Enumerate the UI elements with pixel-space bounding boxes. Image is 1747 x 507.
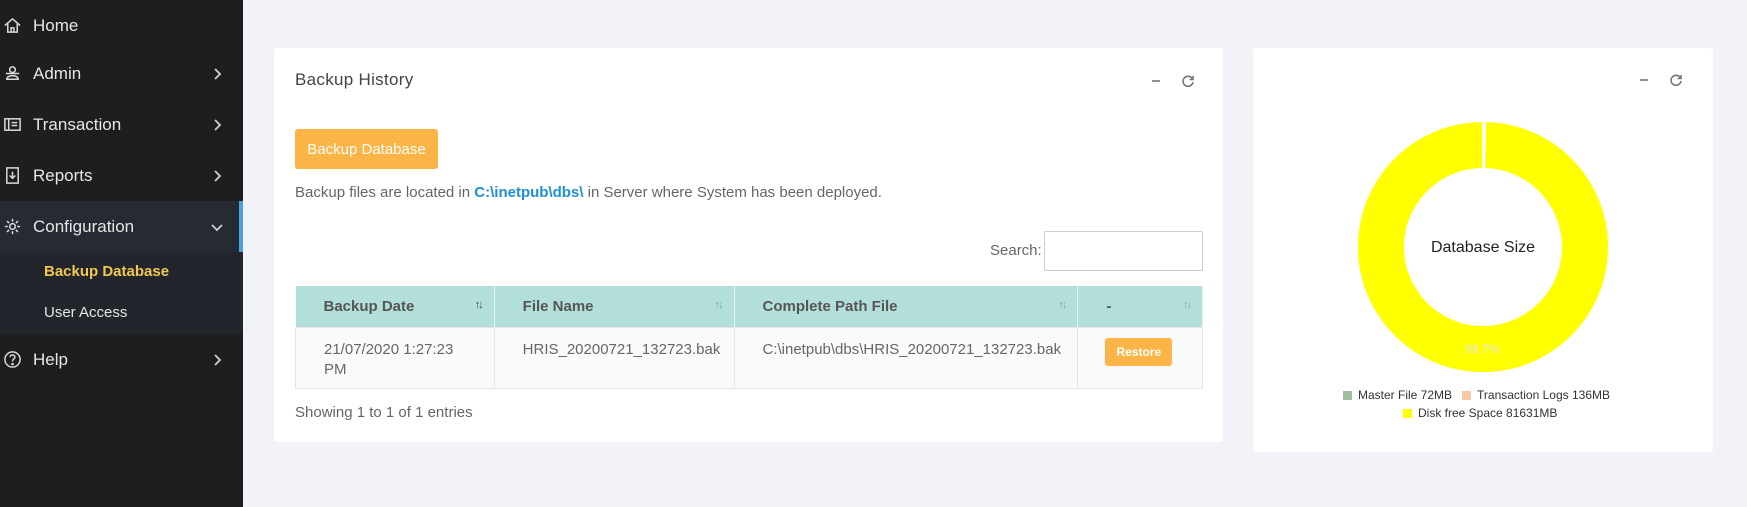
database-size-card: Database Size 99.7% Master File 72MB Tra… [1253,48,1713,452]
sort-icon: ↑↓ [1183,299,1192,311]
restore-button[interactable]: Restore [1105,337,1173,366]
cell-action: Restore [1077,326,1203,389]
sidebar-item-help[interactable]: Help [0,334,243,385]
search-label: Search: [990,242,1042,259]
backup-date-text: 21/07/2020 1:27:23 PM [324,340,454,378]
column-header-action[interactable]: - ↑↓ [1077,286,1203,327]
ledger-icon [2,115,22,135]
chart-title: Database Size [1431,239,1535,256]
slice-data-label: 99.7% [1465,342,1499,356]
search-input[interactable] [1044,231,1203,271]
sidebar-item-home[interactable]: Home [0,0,243,51]
sort-icon: ↑↓ [474,299,484,311]
backup-table: Backup Date ↑↓ File Name ↑↓ Complete Path … [295,286,1203,389]
users-icon [2,64,22,84]
legend-row: Disk free Space 81631MB [1403,406,1557,420]
column-label: Complete Path File [762,297,898,315]
column-label: Backup Date [323,297,415,315]
sidebar-item-label: Configuration [33,216,135,236]
sidebar-item-label: Reports [33,165,93,185]
sort-icon: ↑↓ [714,299,724,311]
column-header-complete-path[interactable]: Complete Path File ↑↓ [734,286,1079,327]
cell-complete-path: C:\inetpub\dbs\HRIS_20200721_132723.bak [733,326,1079,389]
column-header-backup-date[interactable]: Backup Date ↑↓ [295,286,495,327]
column-label: - [1106,297,1112,315]
sidebar: Home Admin Transaction Reports Configura… [0,0,243,507]
legend-label: Transaction Logs 136MB [1477,388,1610,402]
chevron-right-icon [209,66,225,82]
chevron-right-icon [209,117,225,133]
chevron-right-icon [209,168,225,184]
legend-row: Master File 72MB Transaction Logs 136MB [1343,388,1610,402]
sidebar-item-label: Transaction [33,114,122,134]
sidebar-subitem-user-access[interactable]: User Access [44,304,127,321]
cell-file-name: HRIS_20200721_132723.bak [493,326,735,389]
backup-database-button[interactable]: Backup Database [295,129,438,169]
sidebar-item-reports[interactable]: Reports [0,150,243,201]
backup-history-card: Backup History Backup Database Backup fi… [274,48,1223,442]
backup-location-info: Backup files are located in C:\inetpub\d… [295,184,882,201]
help-icon [2,350,22,370]
table-info: Showing 1 to 1 of 1 entries [295,404,473,421]
sidebar-item-admin[interactable]: Admin [0,48,243,99]
report-icon [2,166,22,186]
cell-backup-date: 21/07/2020 1:27:23 PM [295,326,495,389]
chevron-down-icon [209,219,225,235]
card-title: Backup History [295,70,414,89]
configuration-submenu: Backup Database User Access [0,252,243,334]
legend-swatch [1403,408,1412,418]
sidebar-item-configuration[interactable]: Configuration [0,201,243,252]
legend-swatch [1343,390,1352,400]
sidebar-item-label: Home [33,15,79,35]
info-suffix: in Server where System has been deployed… [583,184,882,201]
table-header-row: Backup Date ↑↓ File Name ↑↓ Complete Path … [295,286,1203,327]
info-prefix: Backup files are located in [295,184,475,201]
backup-path: C:\inetpub\dbs\ [474,184,584,201]
table-row: 21/07/2020 1:27:23 PM HRIS_20200721_1327… [295,326,1203,389]
legend-label: Disk free Space 81631MB [1418,406,1558,420]
chevron-right-icon [209,352,225,368]
refresh-icon[interactable] [1179,72,1197,90]
column-header-file-name[interactable]: File Name ↑↓ [494,286,735,327]
sort-icon: ↑↓ [1058,299,1067,311]
column-label: File Name [522,297,594,315]
sidebar-item-label: Help [33,349,68,369]
gear-icon [2,217,22,237]
sidebar-item-label: Admin [33,63,82,83]
sidebar-subitem-backup-database[interactable]: Backup Database [44,263,169,280]
minimize-icon[interactable] [1147,72,1165,90]
legend-label: Master File 72MB [1358,388,1453,402]
home-icon [2,16,22,36]
sidebar-item-transaction[interactable]: Transaction [0,99,243,150]
legend-swatch [1462,390,1472,400]
